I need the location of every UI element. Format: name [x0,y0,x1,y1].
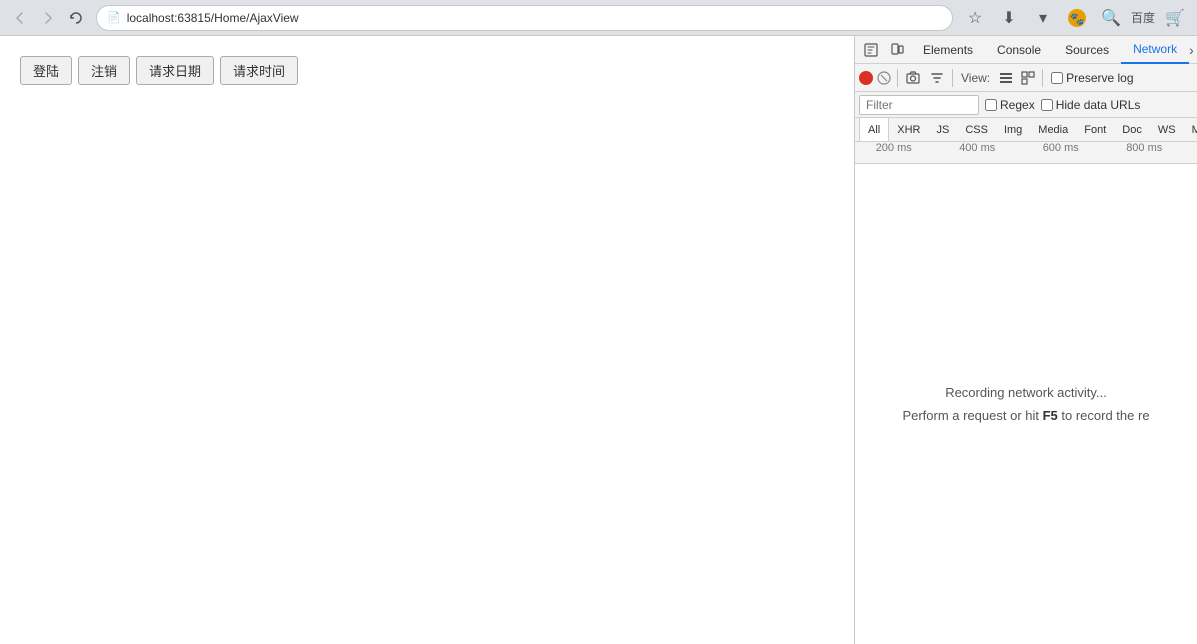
tab-network[interactable]: Network [1121,36,1189,64]
filter-input[interactable] [859,95,979,115]
resource-tab-xhr[interactable]: XHR [889,118,928,142]
view-label: View: [957,71,994,85]
separator-3 [1042,69,1043,87]
tab-console[interactable]: Console [985,36,1053,64]
resource-tab-font[interactable]: Font [1076,118,1114,142]
history-dropdown[interactable]: ▾ [1029,4,1057,32]
devtools-tabs: Elements Console Sources Network » [911,36,1193,64]
url-text: localhost:63815/Home/AjaxView [127,11,299,25]
hide-data-urls-group: Hide data URLs [1041,98,1141,112]
filter-button[interactable] [926,67,948,89]
recording-line2: Perform a request or hit F5 to record th… [902,404,1149,427]
device-toolbar-button[interactable] [885,38,909,62]
extensions-button[interactable]: 🛒 [1161,4,1189,32]
browser-chrome: 📄 localhost:63815/Home/AjaxView ☆ ⬇ ▾ 🐾 … [0,0,1197,36]
clear-button[interactable] [875,69,893,87]
resource-tab-all[interactable]: All [859,118,889,142]
refresh-button[interactable] [64,6,88,30]
timeline-400ms: 400 ms [959,142,995,154]
resource-tab-img[interactable]: Img [996,118,1030,142]
page-icon: 📄 [107,11,121,24]
resource-tab-css[interactable]: CSS [957,118,996,142]
recording-message: Recording network activity... Perform a … [902,381,1149,428]
separator-2 [952,69,953,87]
hide-data-urls-label: Hide data URLs [1056,98,1141,112]
timeline-800ms: 800 ms [1126,142,1162,154]
regex-label: Regex [1000,98,1035,112]
resource-tab-media[interactable]: Media [1030,118,1076,142]
separator-1 [897,69,898,87]
network-toolbar: View: Preserve log [855,64,1197,92]
preserve-log-area: Preserve log [1051,71,1133,85]
request-date-button[interactable]: 请求日期 [136,56,214,85]
nav-buttons [8,6,88,30]
resource-tabs: All XHR JS CSS Img Media Font Doc WS Man… [855,118,1197,142]
page-content: 登陆 注销 请求日期 请求时间 [0,36,855,644]
tab-sources[interactable]: Sources [1053,36,1121,64]
resource-tab-js[interactable]: JS [928,118,957,142]
baidu-label: 百度 [1131,9,1155,26]
group-view-button[interactable] [1018,68,1038,88]
svg-text:🐾: 🐾 [1070,12,1085,26]
address-bar[interactable]: 📄 localhost:63815/Home/AjaxView [96,5,953,31]
download-button[interactable]: ⬇ [995,4,1023,32]
logout-button[interactable]: 注销 [78,56,130,85]
back-button[interactable] [8,6,32,30]
hide-data-urls-checkbox[interactable] [1041,99,1053,111]
resource-tab-doc[interactable]: Doc [1114,118,1150,142]
timeline-600ms: 600 ms [1043,142,1079,154]
regex-checkbox[interactable] [985,99,997,111]
record-button[interactable] [859,71,873,85]
preserve-log-label: Preserve log [1066,71,1133,85]
camera-button[interactable] [902,67,924,89]
tab-elements[interactable]: Elements [911,36,985,64]
search-button[interactable]: 🔍 [1097,4,1125,32]
forward-button[interactable] [36,6,60,30]
inspect-element-button[interactable] [859,38,883,62]
resource-tab-ws[interactable]: WS [1150,118,1184,142]
devtools-toolbar: Elements Console Sources Network » [855,36,1197,64]
request-time-button[interactable]: 请求时间 [220,56,298,85]
more-tabs-button[interactable]: » [1189,36,1193,64]
timeline-header: 200 ms 400 ms 600 ms 800 ms [855,142,1197,164]
list-view-button[interactable] [996,68,1016,88]
network-content: Recording network activity... Perform a … [855,164,1197,644]
page-buttons: 登陆 注销 请求日期 请求时间 [20,56,834,85]
filter-bar: Regex Hide data URLs [855,92,1197,118]
resource-tab-manifest[interactable]: Manifest [1184,118,1197,142]
login-button[interactable]: 登陆 [20,56,72,85]
browser-actions: ☆ ⬇ ▾ 🐾 🔍 百度 🛒 [961,4,1189,32]
recording-line1: Recording network activity... [902,381,1149,404]
preserve-log-checkbox[interactable] [1051,72,1063,84]
bookmark-button[interactable]: ☆ [961,4,989,32]
timeline-200ms: 200 ms [876,142,912,154]
profile-button[interactable]: 🐾 [1063,4,1091,32]
main-area: 登陆 注销 请求日期 请求时间 Elements Console Sources… [0,36,1197,644]
devtools-panel: Elements Console Sources Network » View: [855,36,1197,644]
regex-group: Regex [985,98,1035,112]
